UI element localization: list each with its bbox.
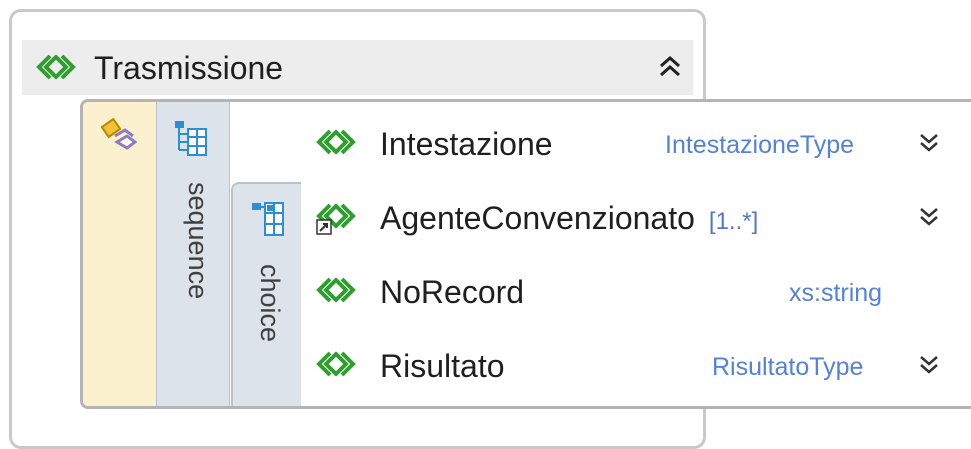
type-gutter — [83, 102, 156, 406]
element-icon — [316, 351, 356, 382]
element-name: Risultato — [380, 348, 505, 384]
element-name: AgenteConvenzionato [1..*] — [380, 200, 759, 236]
element-icon — [316, 129, 356, 160]
choice-icon — [251, 202, 285, 243]
sequence-label: sequence — [183, 182, 213, 300]
child-element-row[interactable]: Intestazione IntestazioneType — [302, 108, 971, 182]
chevron-double-down-icon[interactable] — [918, 204, 940, 230]
child-element-row[interactable]: Risultato RisultatoType — [302, 330, 971, 404]
choice-compositor[interactable]: choice — [231, 182, 301, 406]
element-type[interactable]: xs:string — [789, 276, 882, 310]
sequence-compositor[interactable]: sequence — [156, 102, 230, 406]
element-title: Trasmissione — [94, 50, 284, 86]
chevron-double-down-icon[interactable] — [918, 352, 940, 378]
chevron-double-down-icon[interactable] — [918, 130, 940, 156]
element-type[interactable]: IntestazioneType — [665, 128, 854, 162]
child-element-row[interactable]: NoRecord xs:string — [302, 256, 971, 330]
element-multiplicity: [1..*] — [708, 208, 759, 235]
element-reference-icon — [316, 203, 356, 242]
element-type[interactable]: RisultatoType — [712, 350, 863, 384]
choice-label: choice — [255, 264, 285, 343]
element-header[interactable]: Trasmissione — [22, 40, 693, 95]
element-icon — [316, 277, 356, 308]
complex-type-icon — [100, 117, 138, 155]
element-icon — [36, 54, 76, 85]
sequence-icon — [174, 120, 208, 161]
element-name: NoRecord — [380, 274, 525, 310]
element-name: Intestazione — [380, 126, 553, 162]
child-element-row[interactable]: AgenteConvenzionato [1..*] — [302, 182, 971, 256]
content-model-box: sequence choice Intestazione Intestazion… — [80, 99, 971, 409]
child-elements: Intestazione IntestazioneType AgenteConv… — [302, 102, 971, 406]
chevron-double-up-icon[interactable] — [658, 52, 682, 80]
